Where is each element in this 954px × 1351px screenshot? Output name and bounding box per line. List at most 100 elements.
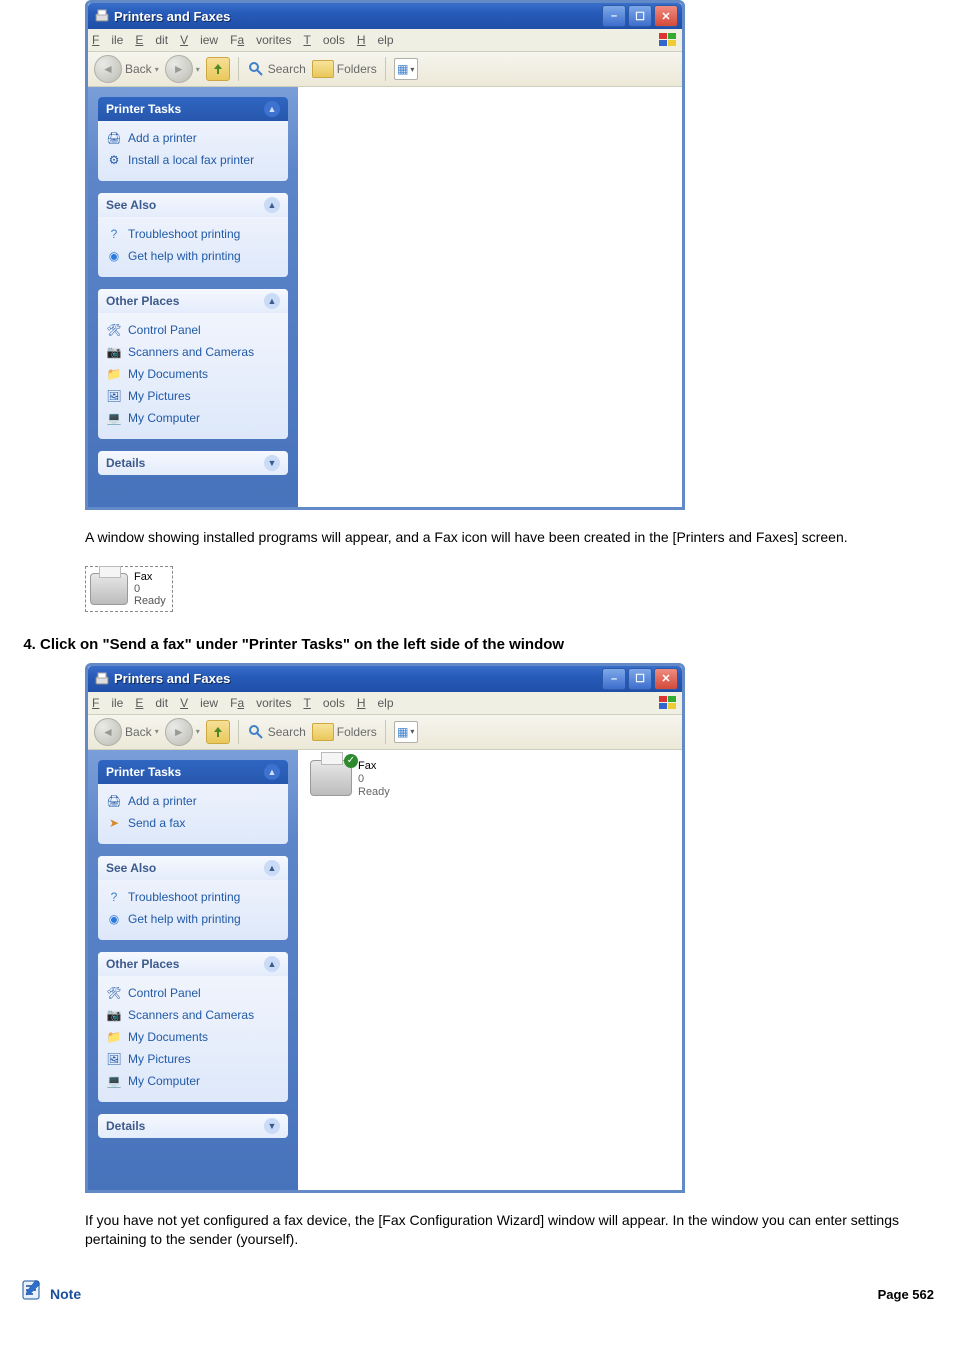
other-places-header[interactable]: Other Places ▲ [98, 289, 288, 313]
close-button[interactable]: ✕ [654, 5, 678, 27]
back-button[interactable]: ◄ Back ▾ [94, 55, 159, 83]
details-header[interactable]: Details ▼ [98, 451, 288, 475]
see-also-header[interactable]: See Also ▲ [98, 856, 288, 880]
menu-help[interactable]: Help [357, 696, 394, 710]
add-a-printer[interactable]: 🖨 Add a printer [104, 127, 282, 149]
search-button[interactable]: Search [247, 723, 306, 741]
fax-item-docs: 0 [358, 773, 364, 785]
views-button[interactable]: ▦▾ [394, 721, 418, 743]
menu-file[interactable]: File [92, 696, 123, 710]
my-computer-link[interactable]: 💻 My Computer [104, 407, 282, 429]
menu-edit[interactable]: Edit [135, 33, 168, 47]
scanners-and-cameras-link[interactable]: 📷 Scanners and Cameras [104, 1004, 282, 1026]
task-label: Get help with printing [128, 249, 241, 263]
folders-button[interactable]: Folders [312, 723, 377, 741]
minimize-button[interactable]: – [602, 5, 626, 27]
close-button[interactable]: ✕ [654, 668, 678, 690]
task-label: Install a local fax printer [128, 153, 254, 167]
toolbar: ◄ Back ▾ ► ▾ Searc [88, 52, 682, 87]
panel-title: See Also [106, 861, 156, 875]
folders-button[interactable]: Folders [312, 60, 377, 78]
my-pictures-link[interactable]: 🖼 My Pictures [104, 385, 282, 407]
chevron-up-icon: ▲ [264, 197, 280, 213]
menu-edit[interactable]: Edit [135, 696, 168, 710]
help-icon: ? [106, 889, 122, 905]
my-pictures-link[interactable]: 🖼 My Pictures [104, 1048, 282, 1070]
back-arrow-icon: ◄ [94, 55, 122, 83]
separator [238, 57, 239, 81]
panel-title: See Also [106, 198, 156, 212]
folders-label: Folders [337, 62, 377, 76]
body-text-2: If you have not yet configured a fax dev… [85, 1211, 954, 1250]
note-icon [20, 1278, 44, 1302]
page-number: Page 562 [878, 1287, 934, 1302]
maximize-button[interactable]: ☐ [628, 5, 652, 27]
step-4-text: Click on "Send a fax" under "Printer Tas… [40, 636, 564, 653]
menu-bar: File Edit View Favorites Tools Help [88, 29, 682, 52]
printers-and-faxes-window-2: Printers and Faxes – ☐ ✕ File Edit View … [85, 663, 685, 1193]
computer-icon: 💻 [106, 1073, 122, 1089]
folder-icon: 📁 [106, 1029, 122, 1045]
scanners-and-cameras-link[interactable]: 📷 Scanners and Cameras [104, 341, 282, 363]
chevron-down-icon: ▼ [264, 1118, 280, 1134]
search-button[interactable]: Search [247, 60, 306, 78]
minimize-button[interactable]: – [602, 668, 626, 690]
menu-tools[interactable]: Tools [303, 696, 344, 710]
task-label: Add a printer [128, 794, 197, 808]
details-header[interactable]: Details ▼ [98, 1114, 288, 1138]
troubleshoot-printing[interactable]: ? Troubleshoot printing [104, 223, 282, 245]
views-icon: ▦▾ [394, 721, 418, 743]
up-button[interactable] [206, 720, 230, 744]
forward-button[interactable]: ► ▾ [165, 55, 200, 83]
separator [385, 57, 386, 81]
add-a-printer[interactable]: 🖨 Add a printer [104, 790, 282, 812]
get-help-with-printing[interactable]: ◉ Get help with printing [104, 908, 282, 930]
panel-title: Printer Tasks [106, 102, 181, 116]
search-label: Search [268, 725, 306, 739]
menu-tools[interactable]: Tools [303, 33, 344, 47]
camera-icon: 📷 [106, 344, 122, 360]
menu-favorites[interactable]: Favorites [230, 33, 291, 47]
forward-arrow-icon: ► [165, 718, 193, 746]
step-4: Click on "Send a fax" under "Printer Tas… [40, 636, 954, 653]
troubleshoot-printing[interactable]: ? Troubleshoot printing [104, 886, 282, 908]
fax-icon-name: Fax [134, 571, 152, 583]
up-button[interactable] [206, 57, 230, 81]
control-panel-link[interactable]: 🛠 Control Panel [104, 319, 282, 341]
task-label: Troubleshoot printing [128, 890, 240, 904]
send-a-fax[interactable]: ➤ Send a fax [104, 812, 282, 834]
views-button[interactable]: ▦▾ [394, 58, 418, 80]
windows-logo-icon [658, 32, 678, 48]
camera-icon: 📷 [106, 1007, 122, 1023]
my-documents-link[interactable]: 📁 My Documents [104, 1026, 282, 1048]
menu-favorites[interactable]: Favorites [230, 696, 291, 710]
menu-help[interactable]: Help [357, 33, 394, 47]
forward-button[interactable]: ► ▾ [165, 718, 200, 746]
task-label: Scanners and Cameras [128, 1008, 254, 1022]
menu-view[interactable]: View [180, 696, 218, 710]
see-also-header[interactable]: See Also ▲ [98, 193, 288, 217]
computer-icon: 💻 [106, 410, 122, 426]
titlebar: Printers and Faxes – ☐ ✕ [88, 666, 682, 692]
fax-device-item[interactable]: ✓ Fax 0 Ready [310, 760, 670, 800]
maximize-button[interactable]: ☐ [628, 668, 652, 690]
install-local-fax-printer[interactable]: ⚙ Install a local fax printer [104, 149, 282, 171]
task-label: My Documents [128, 367, 208, 381]
fax-item-name: Fax [358, 760, 376, 772]
menu-view[interactable]: View [180, 33, 218, 47]
printer-tasks-header[interactable]: Printer Tasks ▲ [98, 97, 288, 121]
my-documents-link[interactable]: 📁 My Documents [104, 363, 282, 385]
my-computer-link[interactable]: 💻 My Computer [104, 1070, 282, 1092]
task-label: Control Panel [128, 323, 201, 337]
other-places-header[interactable]: Other Places ▲ [98, 952, 288, 976]
search-icon [247, 60, 265, 78]
gear-icon: ⚙ [106, 152, 122, 168]
other-places-panel: Other Places ▲ 🛠 Control Panel 📷 Scanner… [98, 289, 288, 439]
control-panel-link[interactable]: 🛠 Control Panel [104, 982, 282, 1004]
task-label: Scanners and Cameras [128, 345, 254, 359]
printer-tasks-header[interactable]: Printer Tasks ▲ [98, 760, 288, 784]
menu-file[interactable]: File [92, 33, 123, 47]
get-help-with-printing[interactable]: ◉ Get help with printing [104, 245, 282, 267]
back-button[interactable]: ◄ Back ▾ [94, 718, 159, 746]
check-badge-icon: ✓ [344, 754, 358, 768]
